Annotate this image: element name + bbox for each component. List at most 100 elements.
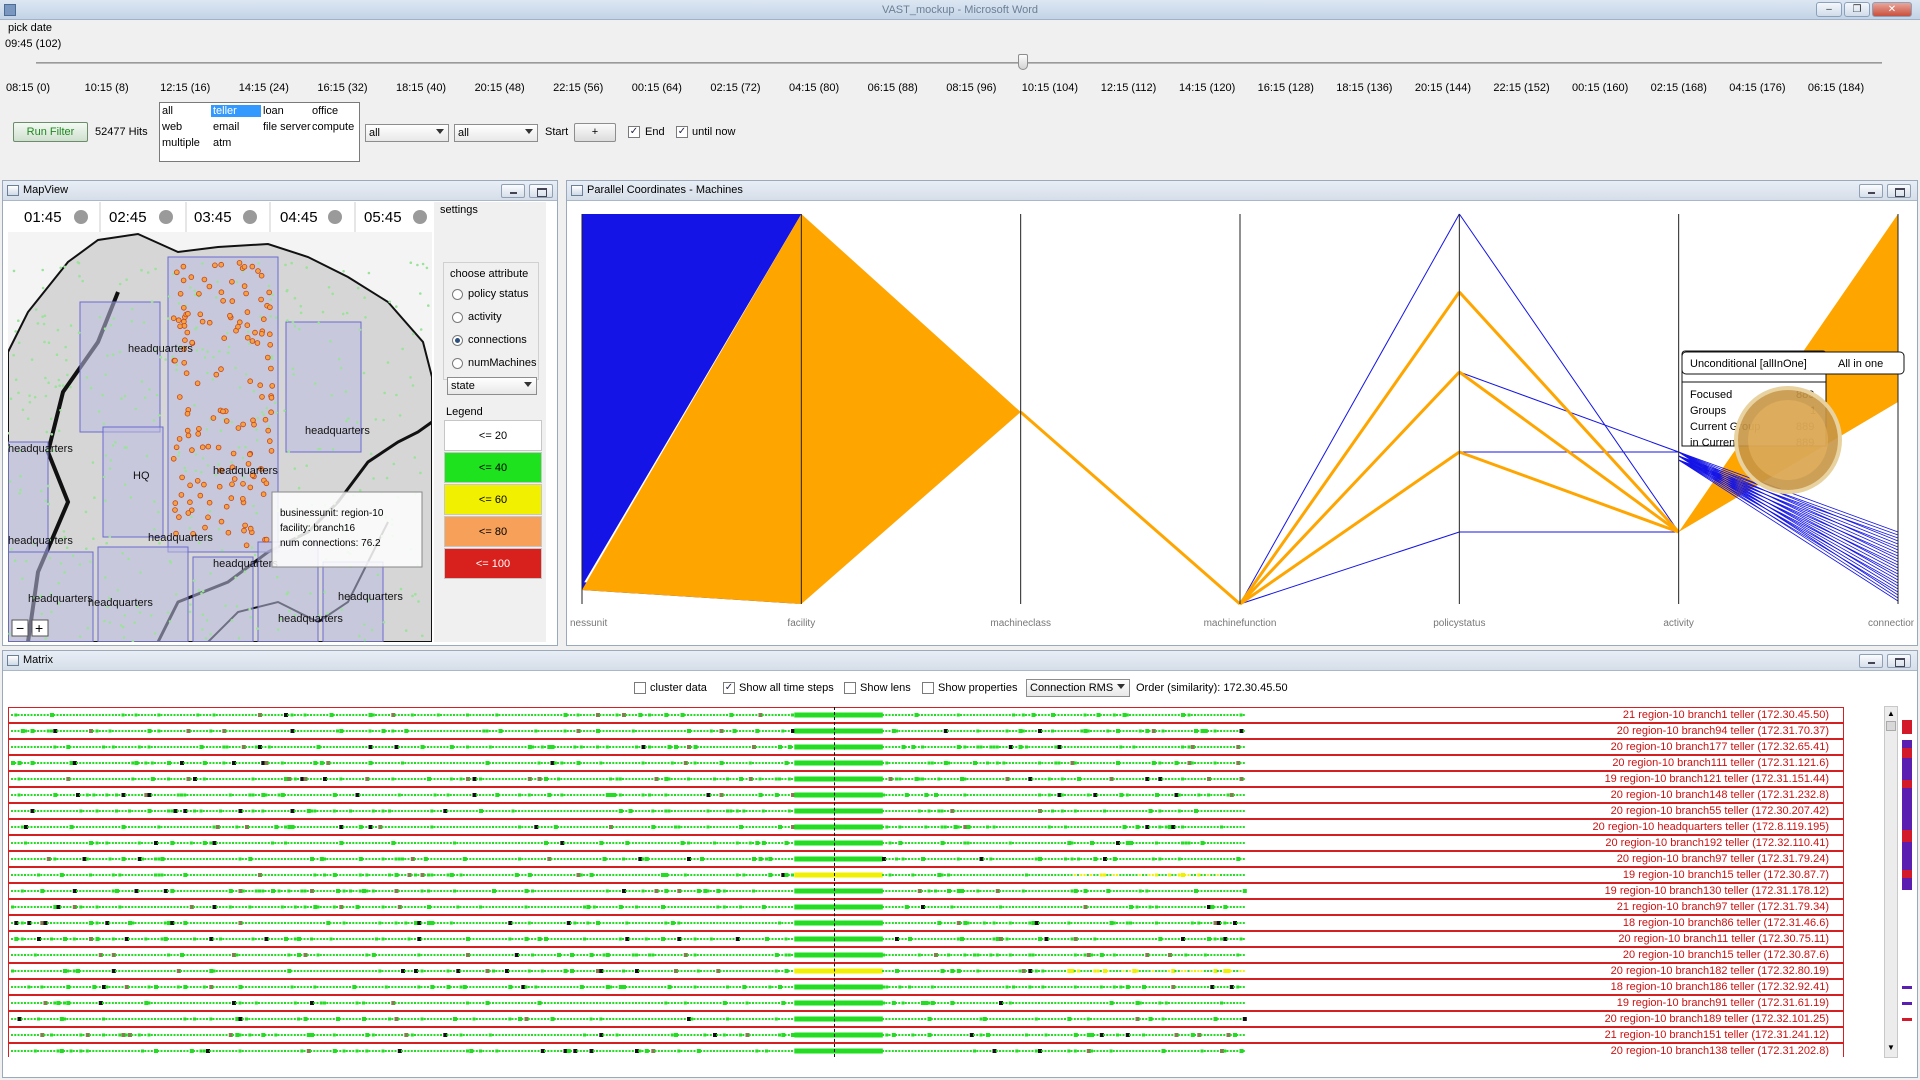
list-item-web[interactable]: web	[162, 121, 182, 133]
region-label: headquarters	[8, 443, 73, 455]
map-time-marker[interactable]	[159, 210, 173, 224]
list-item-office[interactable]: office	[312, 105, 338, 117]
matrix-cell	[342, 858, 345, 860]
matrix-cell	[921, 730, 923, 732]
matrix-cell	[183, 714, 186, 716]
add-start-button[interactable]: +	[574, 123, 616, 142]
parallel-minimize-button[interactable]	[1859, 184, 1883, 198]
map-time-marker[interactable]	[328, 210, 342, 224]
map-dot	[69, 385, 72, 389]
state-combo[interactable]: state	[447, 377, 537, 395]
table-row[interactable]: 20 region-10 branch97 teller (172.31.79.…	[8, 851, 1844, 867]
table-row[interactable]: 20 region-10 branch177 teller (172.32.65…	[8, 739, 1844, 755]
map-region[interactable]	[79, 301, 161, 433]
radio-policy-status[interactable]	[452, 289, 463, 300]
matrix-cell	[50, 810, 52, 812]
table-row[interactable]: 20 region-10 branch55 teller (172.30.207…	[8, 803, 1844, 819]
table-row[interactable]: 21 region-10 branch1 teller (172.30.45.5…	[8, 707, 1844, 723]
maximize-button[interactable]: ❐	[1844, 2, 1870, 17]
time-slider-track[interactable]	[36, 62, 1882, 64]
matrix-cell	[586, 730, 589, 732]
matrix-cell	[134, 810, 137, 812]
cluster-data-checkbox[interactable]	[634, 682, 646, 694]
matrix-cell	[173, 794, 176, 796]
map-time-marker[interactable]	[243, 210, 257, 224]
map-dot-selected	[173, 444, 180, 451]
table-row[interactable]: 20 region-10 branch148 teller (172.31.23…	[8, 787, 1844, 803]
map-dot	[409, 261, 413, 264]
matrix-cell	[189, 746, 192, 748]
filter-combo-2[interactable]: all	[454, 124, 538, 142]
list-item-loan[interactable]: loan	[263, 105, 284, 117]
show-lens-checkbox[interactable]	[844, 682, 856, 694]
list-item-multiple[interactable]: multiple	[162, 137, 200, 149]
show-all-time-steps-checkbox[interactable]: ✓	[723, 682, 735, 694]
until-now-checkbox[interactable]: ✓	[676, 126, 688, 138]
matrix-cell	[1207, 826, 1209, 828]
matrix-cell	[1044, 826, 1047, 828]
run-filter-button[interactable]: Run Filter	[13, 122, 88, 142]
radio-connections[interactable]	[452, 335, 463, 346]
table-row[interactable]: 19 region-10 branch15 teller (172.30.87.…	[8, 867, 1844, 883]
matrix-cell	[726, 730, 728, 732]
matrix-cell	[456, 778, 459, 780]
matrix-minimize-button[interactable]	[1859, 654, 1883, 668]
map-time-marker[interactable]	[74, 210, 88, 224]
mapview-minimize-button[interactable]	[501, 184, 525, 198]
table-row[interactable]: 20 region-10 branch111 teller (172.31.12…	[8, 755, 1844, 771]
matrix-cell	[183, 730, 186, 732]
parallel-coordinates-plot[interactable]: nessunit facility machineclass machinefunct…	[570, 202, 1914, 642]
matrix-cell	[352, 842, 355, 844]
matrix-cell	[293, 858, 296, 860]
radio-num-machines[interactable]	[452, 358, 463, 369]
matrix-cell	[1203, 810, 1206, 812]
matrix-cell	[459, 858, 462, 860]
list-item-file-server[interactable]: file server	[263, 121, 311, 133]
matrix-cell	[956, 825, 960, 829]
radio-activity[interactable]	[452, 312, 463, 323]
list-item-email[interactable]: email	[213, 121, 239, 133]
machine-type-list[interactable]: all teller loan office web email file se…	[159, 102, 360, 162]
mapview-maximize-button[interactable]	[529, 184, 553, 198]
matrix-cell	[492, 714, 494, 716]
parallel-maximize-button[interactable]	[1887, 184, 1911, 198]
list-item-teller[interactable]: teller	[211, 105, 261, 117]
list-item-atm[interactable]: atm	[213, 137, 231, 149]
matrix-cell	[368, 874, 371, 876]
map-region[interactable]	[102, 426, 164, 538]
metric-combo[interactable]: Connection RMS	[1026, 679, 1130, 697]
filter-combo-1[interactable]: all	[365, 124, 449, 142]
matrix-grid[interactable]: 21 region-10 branch1 teller (172.30.45.5…	[8, 707, 1844, 1057]
table-row[interactable]: 19 region-10 branch121 teller (172.31.15…	[8, 771, 1844, 787]
matrix-cell	[670, 714, 673, 716]
matrix-cell	[687, 874, 689, 876]
table-row[interactable]: 20 region-10 branch94 teller (172.31.70.…	[8, 723, 1844, 739]
table-row[interactable]: 20 region-10 branch192 teller (172.32.11…	[8, 835, 1844, 851]
matrix-cell	[323, 762, 325, 764]
close-button[interactable]: ✕	[1872, 2, 1912, 17]
matrix-cell	[111, 778, 114, 780]
end-checkbox[interactable]: ✓	[628, 126, 640, 138]
matrix-cell	[14, 858, 17, 860]
matrix-cell	[332, 858, 335, 860]
list-item-all[interactable]: all	[162, 105, 173, 117]
time-slider-thumb[interactable]	[1018, 54, 1028, 70]
matrix-cell	[735, 762, 738, 764]
matrix-cell	[251, 714, 254, 716]
matrix-cell	[180, 810, 182, 812]
list-item-compute[interactable]: compute	[312, 121, 354, 133]
map-time-marker[interactable]	[413, 210, 427, 224]
map-canvas[interactable]: 01:45 02:45 03:45 04:45 05:45 headquarte…	[8, 202, 432, 642]
matrix-cell	[498, 842, 501, 844]
table-row[interactable]: 20 region-10 headquarters teller (172.8.…	[8, 819, 1844, 835]
show-properties-checkbox[interactable]	[922, 682, 934, 694]
map-dot	[255, 439, 259, 442]
minimize-button[interactable]: –	[1816, 2, 1842, 17]
matrix-cell	[105, 858, 108, 860]
matrix-maximize-button[interactable]	[1887, 654, 1911, 668]
matrix-cell	[641, 778, 644, 780]
matrix-cell	[1181, 745, 1184, 749]
matrix-cell	[654, 714, 657, 716]
map-region[interactable]	[97, 546, 189, 642]
matrix-cell	[781, 746, 784, 748]
